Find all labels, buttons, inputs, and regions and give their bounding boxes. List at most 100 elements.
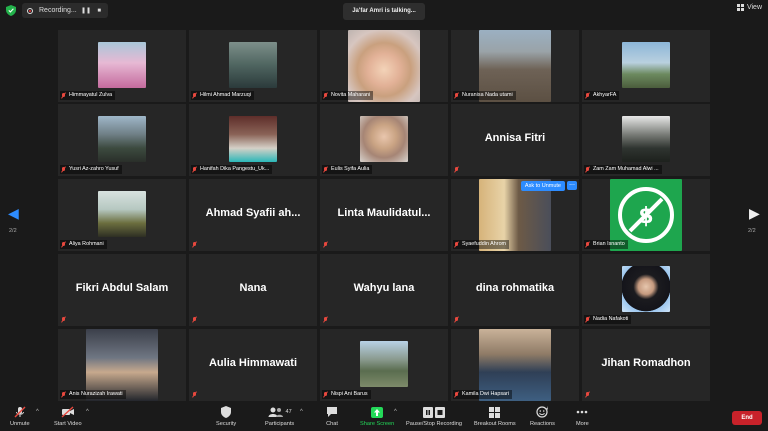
more-button[interactable]: More [576, 406, 589, 427]
recording-dot-icon [27, 7, 33, 14]
muted-mic-icon [454, 166, 459, 173]
participant-tile[interactable]: Novita Maharani [320, 30, 448, 102]
chat-bubble-icon [326, 406, 338, 418]
pause-recording-icon[interactable]: ❚❚ [81, 7, 91, 14]
participant-display-name: Linta Maulidatul... [337, 207, 431, 219]
participant-photo [360, 116, 408, 162]
reactions-button[interactable]: + Reactions [530, 406, 555, 427]
participant-name-label: Brian Isnanto [584, 240, 628, 249]
share-screen-icon [371, 406, 384, 418]
participant-name-label: Nuranisa Nada utami [453, 91, 516, 100]
participant-tile[interactable]: $ Brian Isnanto [582, 179, 710, 251]
shield-icon [221, 406, 232, 418]
participants-label: Participants [265, 421, 295, 427]
muted-mic-icon [61, 316, 66, 323]
audio-options-chevron-icon[interactable]: ^ [36, 409, 39, 415]
participant-tile[interactable]: Kamila Dwi Hapsari [451, 329, 579, 401]
share-options-chevron-icon[interactable]: ^ [394, 409, 397, 415]
top-bar: Recording... ❚❚ ■ Ja'far Amri is talking… [0, 0, 768, 22]
participant-tile[interactable]: Nana [189, 254, 317, 326]
participant-tile[interactable]: Nadia Nafakoti [582, 254, 710, 326]
participant-name-label [584, 390, 593, 399]
participant-tile[interactable]: Hanifah Dika Pangestu_Uk... [189, 104, 317, 176]
security-shield-icon[interactable] [6, 5, 16, 16]
participant-display-name: Fikri Abdul Salam [75, 282, 169, 294]
meeting-toolbar: Unmute ^ Start Video ^ Security 47 Parti… [0, 403, 768, 431]
participant-tile[interactable]: Himmayatul Zulva [58, 30, 186, 102]
participant-tile[interactable]: Annisa Fitri [451, 104, 579, 176]
participant-tile[interactable]: Wahyu lana [320, 254, 448, 326]
participant-name-label [453, 165, 462, 174]
share-screen-button[interactable]: Share Screen [360, 406, 394, 427]
participant-tile[interactable]: Ahmad Syafii ah... [189, 179, 317, 251]
view-button[interactable]: View [736, 4, 762, 11]
participant-name-label: Anis Nurazizah Irawati [60, 390, 126, 399]
previous-page-arrow-icon[interactable]: ◀ [8, 205, 19, 222]
muted-mic-icon [454, 316, 459, 323]
muted-mic-icon [323, 241, 328, 248]
grid-view-icon [736, 4, 744, 11]
participant-tile[interactable]: Ask to Unmute ... Syaefuddin Ahrom [451, 179, 579, 251]
muted-mic-icon [192, 166, 197, 173]
pause-stop-recording-button[interactable]: Pause/Stop Recording [406, 406, 462, 427]
participant-tile[interactable]: Linta Maulidatul... [320, 179, 448, 251]
participant-name-label: Zam Zam Muhamad Alwi ... [584, 165, 662, 174]
pause-stop-recording-label: Pause/Stop Recording [406, 421, 462, 427]
end-meeting-button[interactable]: End [732, 411, 762, 425]
participant-tile[interactable]: AkhyarFA [582, 30, 710, 102]
participant-photo [98, 42, 146, 88]
participant-display-name: Aulia Himmawati [208, 357, 298, 369]
participant-tile[interactable]: Fikri Abdul Salam [58, 254, 186, 326]
participant-name-label [322, 315, 331, 324]
participants-options-chevron-icon[interactable]: ^ [300, 409, 303, 415]
ask-to-unmute-button[interactable]: Ask to Unmute [520, 181, 565, 191]
participant-tile[interactable]: Anis Nurazizah Irawati [58, 329, 186, 401]
participant-tile[interactable]: Hilmi Ahmad Marzuqi [189, 30, 317, 102]
more-label: More [576, 421, 589, 427]
more-dots-icon [576, 406, 588, 418]
participant-tile[interactable]: Aliya Rohmani [58, 179, 186, 251]
participant-tile[interactable]: Nuranisa Nada utami [451, 30, 579, 102]
participants-icon: 47 [268, 406, 292, 418]
muted-mic-icon [61, 391, 66, 398]
participant-tile[interactable]: Nispi Ani Barus [320, 329, 448, 401]
more-options-button[interactable]: ... [567, 180, 577, 190]
participant-name-label: Novita Maharani [322, 91, 374, 100]
participant-name-label: Syaefuddin Ahrom [453, 240, 510, 249]
muted-mic-icon [454, 391, 459, 398]
security-button[interactable]: Security [216, 406, 236, 427]
participant-photo [229, 42, 277, 88]
stop-recording-icon[interactable]: ■ [97, 8, 101, 14]
participant-name-label [322, 240, 331, 249]
participants-count: 47 [285, 409, 292, 415]
participant-tile[interactable]: Jihan Romadhon [582, 329, 710, 401]
participant-tile[interactable]: Eulis Syifa Aulia [320, 104, 448, 176]
participant-name-label: Nispi Ani Barus [322, 390, 371, 399]
participant-name-label: Himmayatul Zulva [60, 91, 116, 100]
next-page-arrow-icon[interactable]: ▶ [749, 205, 760, 222]
unmute-button[interactable]: Unmute [10, 406, 30, 427]
muted-mic-icon [323, 391, 328, 398]
participant-photo [98, 191, 146, 237]
participant-name-label: Aliya Rohmani [60, 240, 107, 249]
view-label: View [746, 4, 762, 11]
video-options-chevron-icon[interactable]: ^ [86, 409, 89, 415]
breakout-rooms-button[interactable]: Breakout Rooms [474, 406, 516, 427]
participant-tile[interactable]: Yusri Az-zahro Yusuf [58, 104, 186, 176]
muted-mic-icon [192, 241, 197, 248]
participants-button[interactable]: 47 Participants [265, 406, 294, 427]
participant-name-label [191, 315, 200, 324]
participant-tile[interactable]: dina rohmatika [451, 254, 579, 326]
start-video-button[interactable]: Start Video [54, 406, 82, 427]
muted-mic-icon [192, 92, 197, 99]
participant-display-name: Annisa Fitri [484, 132, 546, 144]
participant-display-name: Nana [239, 282, 267, 294]
participant-tile[interactable]: Aulia Himmawati [189, 329, 317, 401]
recording-indicator: Recording... ❚❚ ■ [22, 3, 108, 18]
participant-display-name: Wahyu lana [353, 282, 415, 294]
participant-tile[interactable]: Zam Zam Muhamad Alwi ... [582, 104, 710, 176]
muted-mic-icon [585, 166, 590, 173]
unmute-label: Unmute [10, 421, 30, 427]
chat-button[interactable]: Chat [326, 406, 338, 427]
reactions-label: Reactions [530, 421, 555, 427]
